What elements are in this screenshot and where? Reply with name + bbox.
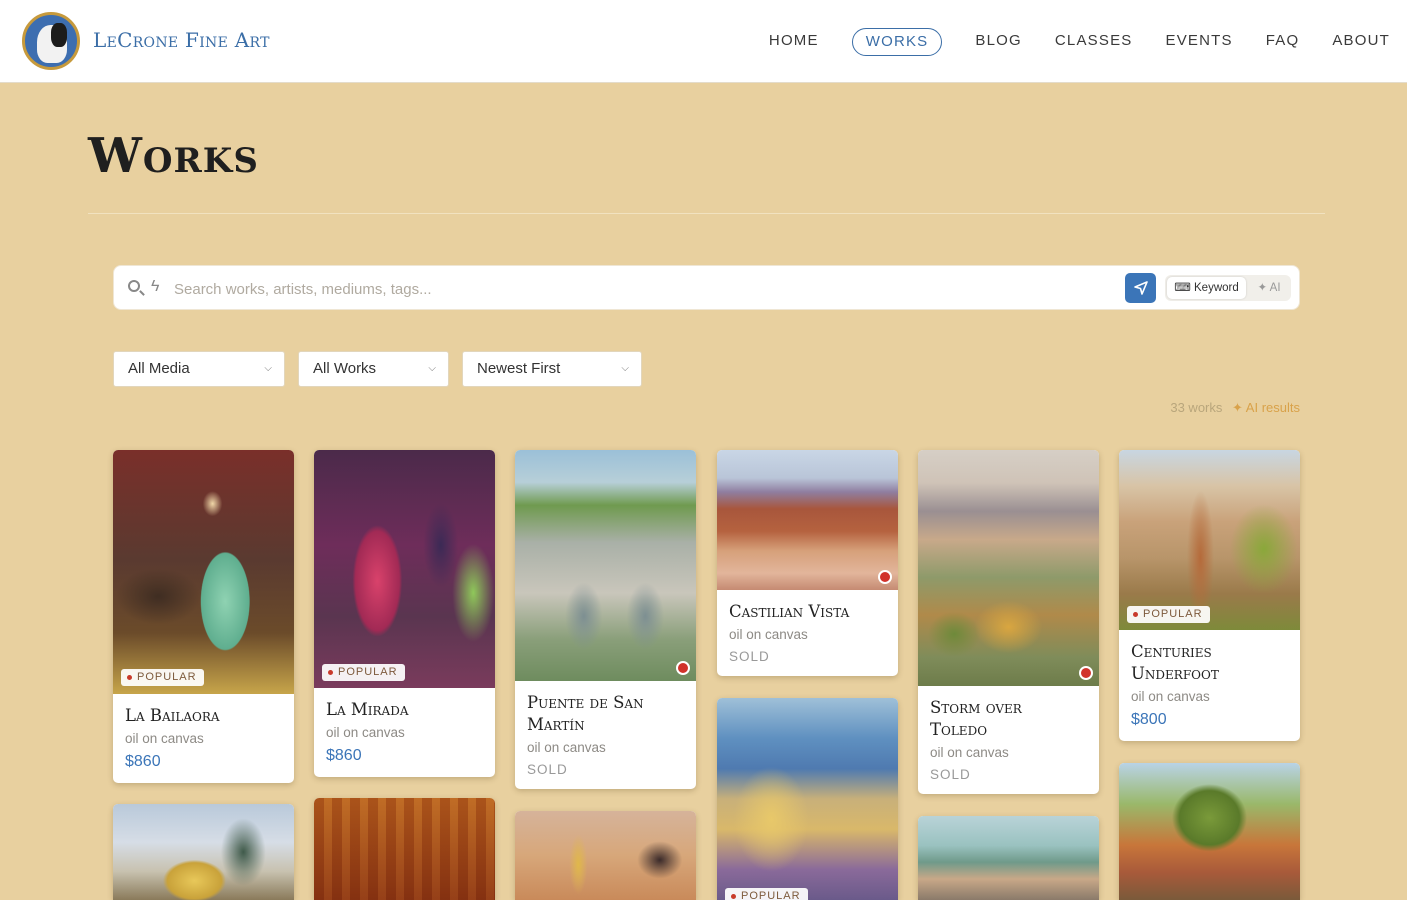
artwork-medium: oil on canvas: [729, 627, 808, 642]
site-header: LeCrone Fine Art HOME WORKS BLOG CLASSES…: [0, 0, 1407, 83]
artwork-card[interactable]: POPULAR: [717, 698, 898, 900]
title-divider: [88, 213, 1325, 214]
artwork-card[interactable]: Castilian Vista oil on canvas SOLD: [717, 450, 898, 676]
card-body: Castilian Vista oil on canvas SOLD: [729, 601, 849, 664]
results-count: 33 works: [1170, 400, 1223, 415]
artwork-card[interactable]: [314, 798, 495, 900]
artwork-card[interactable]: POPULAR La Mirada oil on canvas $860: [314, 450, 495, 777]
artwork-card[interactable]: POPULAR La Bailaora oil on canvas $860: [113, 450, 294, 783]
results-summary: 33 works ✦ AI results: [1170, 400, 1300, 416]
artwork-card[interactable]: POPULAR Centuries Underfoot oil on canva…: [1119, 450, 1300, 741]
artwork-image: [113, 804, 294, 900]
artwork-medium: oil on canvas: [1131, 689, 1210, 704]
nav-faq[interactable]: FAQ: [1266, 28, 1300, 56]
artwork-image: [113, 450, 294, 694]
sold-label: SOLD: [930, 767, 971, 782]
sold-label: SOLD: [729, 649, 770, 664]
artwork-image: [918, 450, 1099, 686]
brand-name[interactable]: LeCrone Fine Art: [93, 28, 270, 52]
ai-results-label: ✦ AI results: [1232, 400, 1300, 415]
nav-events[interactable]: EVENTS: [1165, 28, 1232, 56]
works-filter-value: All Works: [313, 360, 377, 377]
card-body: La Mirada oil on canvas $860: [326, 699, 409, 765]
send-button[interactable]: [1125, 273, 1156, 303]
artwork-image: [918, 816, 1099, 900]
nav-works[interactable]: WORKS: [851, 28, 943, 56]
nav-blog[interactable]: BLOG: [975, 28, 1021, 56]
nav-about[interactable]: ABOUT: [1332, 28, 1390, 56]
search-mode-toggle: ⌨ Keyword ✦ AI: [1165, 275, 1291, 301]
artwork-price: $800: [1131, 711, 1167, 728]
artwork-card[interactable]: Storm over Toledo oil on canvas SOLD: [918, 450, 1099, 794]
artwork-image: [515, 450, 696, 681]
sort-select[interactable]: Newest First ⌵: [462, 351, 642, 387]
artwork-title: La Bailaora: [125, 706, 220, 725]
chevron-down-icon: ⌵: [428, 363, 436, 374]
artwork-image: [717, 698, 898, 900]
artwork-image: [515, 811, 696, 900]
media-filter-select[interactable]: All Media ⌵: [113, 351, 285, 387]
page-title: Works: [88, 128, 259, 184]
artwork-medium: oil on canvas: [527, 740, 606, 755]
artwork-title: Centuries Underfoot: [1131, 642, 1219, 683]
sort-value: Newest First: [477, 360, 561, 377]
artwork-price: $860: [326, 747, 362, 764]
send-icon: [1133, 281, 1148, 295]
artwork-card[interactable]: [918, 816, 1099, 900]
sold-indicator: [676, 661, 690, 675]
card-body: Puente de San Martín oil on canvas SOLD: [527, 692, 677, 777]
sold-label: SOLD: [527, 762, 568, 777]
sold-indicator: [878, 570, 892, 584]
nav-home[interactable]: HOME: [769, 28, 819, 56]
mode-ai-button[interactable]: ✦ AI: [1251, 277, 1287, 299]
artwork-price: $860: [125, 753, 161, 770]
popular-badge: POPULAR: [121, 669, 204, 686]
logo-hair: [51, 23, 67, 47]
artwork-image: [1119, 450, 1300, 630]
artwork-title: Castilian Vista: [729, 602, 850, 621]
main-nav: HOME WORKS BLOG CLASSES EVENTS FAQ ABOUT: [736, 28, 1390, 56]
artwork-image: [314, 798, 495, 900]
sold-indicator: [1079, 666, 1093, 680]
search-icon: [128, 280, 140, 292]
mode-keyword-button[interactable]: ⌨ Keyword: [1167, 277, 1246, 299]
artwork-image: [717, 450, 898, 590]
search-bar: ϟ ⌨ Keyword ✦ AI: [113, 265, 1300, 310]
chevron-down-icon: ⌵: [621, 363, 629, 374]
card-body: Centuries Underfoot oil on canvas $800: [1131, 641, 1261, 729]
artwork-medium: oil on canvas: [125, 731, 204, 746]
artwork-card[interactable]: Puente de San Martín oil on canvas SOLD: [515, 450, 696, 789]
artwork-card[interactable]: [515, 811, 696, 900]
search-input[interactable]: [174, 278, 1074, 300]
artwork-card[interactable]: [113, 804, 294, 900]
lightning-icon: ϟ: [151, 278, 160, 295]
popular-badge: POPULAR: [1127, 606, 1210, 623]
artwork-title: Storm over Toledo: [930, 698, 1022, 739]
artwork-medium: oil on canvas: [326, 725, 405, 740]
nav-classes[interactable]: CLASSES: [1055, 28, 1133, 56]
card-body: La Bailaora oil on canvas $860: [125, 705, 220, 771]
brand-logo[interactable]: [22, 12, 80, 70]
artwork-image: [314, 450, 495, 688]
works-filter-select[interactable]: All Works ⌵: [298, 351, 449, 387]
popular-badge: POPULAR: [725, 888, 808, 900]
artwork-image: [1119, 763, 1300, 900]
popular-badge: POPULAR: [322, 664, 405, 681]
artwork-title: Puente de San Martín: [527, 693, 644, 734]
artwork-title: La Mirada: [326, 700, 409, 719]
artwork-medium: oil on canvas: [930, 745, 1009, 760]
card-body: Storm over Toledo oil on canvas SOLD: [930, 697, 1050, 782]
chevron-down-icon: ⌵: [264, 363, 272, 374]
artwork-card[interactable]: [1119, 763, 1300, 900]
media-filter-value: All Media: [128, 360, 190, 377]
